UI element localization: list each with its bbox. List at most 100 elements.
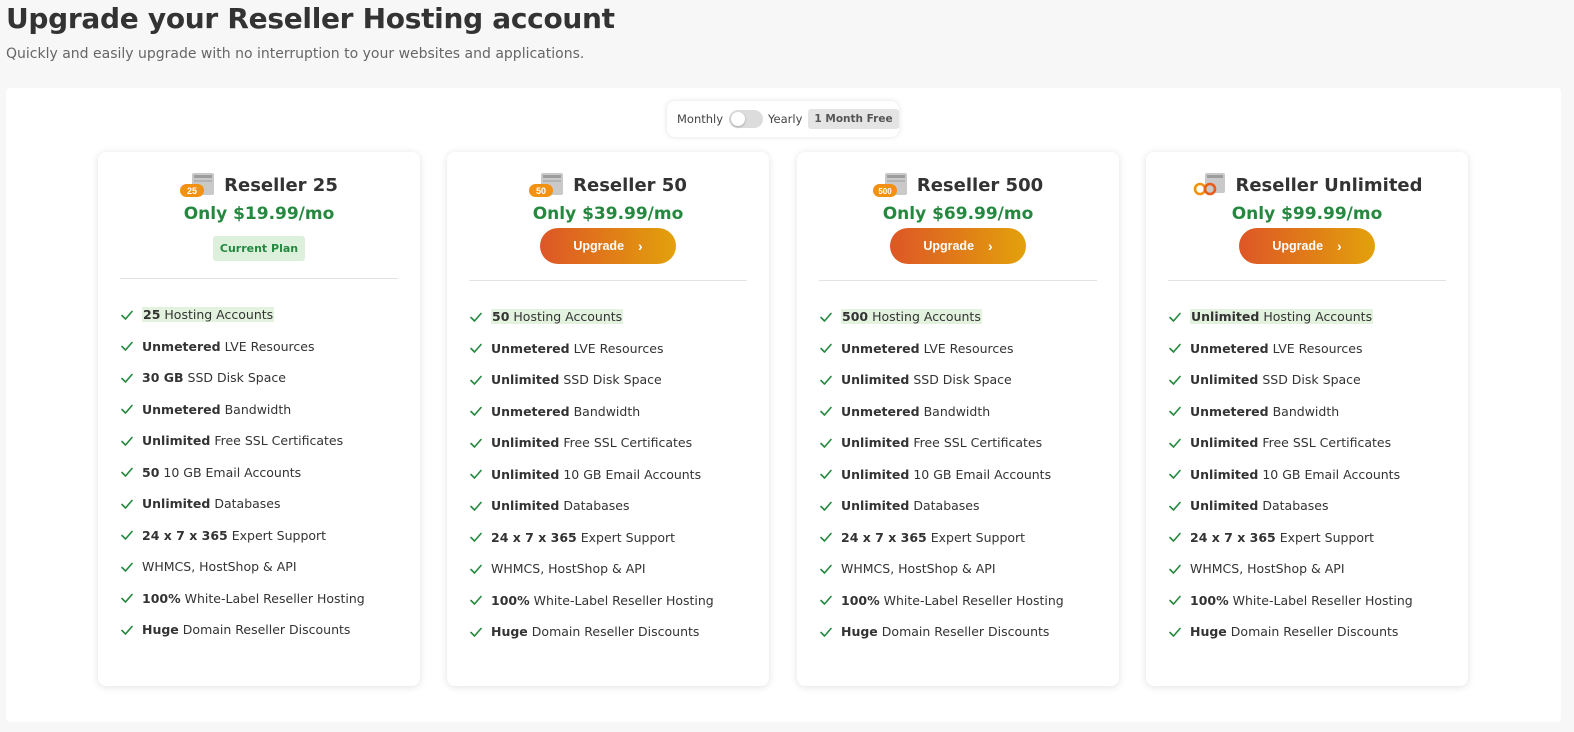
feature-item: 24 x 7 x 365 Expert Support [819, 522, 1097, 554]
feature-text: Unlimited SSD Disk Space [1190, 372, 1361, 387]
check-icon [1169, 375, 1181, 385]
feature-text: 100% White-Label Reseller Hosting [142, 591, 365, 606]
feature-value: Huge [491, 624, 528, 640]
feature-value: 100% [491, 592, 530, 608]
current-plan-badge: Current Plan [213, 236, 305, 261]
plan-name: Reseller 25 [224, 174, 338, 196]
check-icon [470, 595, 482, 606]
feature-item: Unlimited 10 GB Email Accounts [819, 459, 1097, 491]
feature-text: Unlimited Free SSL Certificates [841, 435, 1042, 450]
feature-label: Bandwidth [1272, 403, 1340, 419]
check-icon [820, 312, 832, 322]
check-icon [820, 343, 832, 354]
feature-value: Unmetered [491, 403, 570, 419]
feature-label: Free SSL Certificates [214, 433, 344, 449]
feature-value: Unlimited [841, 466, 910, 482]
upgrade-button-label: Upgrade [573, 239, 625, 253]
upgrade-button[interactable]: Upgrade › [1239, 228, 1375, 264]
feature-text: Unlimited Hosting Accounts [1190, 309, 1374, 325]
feature-text: Unmetered LVE Resources [142, 339, 314, 354]
feature-item: Unlimited SSD Disk Space [819, 364, 1097, 396]
feature-item: 30 GB SSD Disk Space [120, 362, 398, 394]
feature-label: Free SSL Certificates [913, 435, 1043, 451]
plan-price: Only $99.99/mo [1231, 204, 1383, 224]
plan-divider [819, 280, 1097, 281]
feature-label: Domain Reseller Discounts [881, 624, 1050, 640]
check-icon [470, 564, 482, 574]
feature-value: Huge [1190, 624, 1227, 640]
check-icon [121, 310, 133, 320]
check-icon [121, 625, 133, 635]
feature-item: 24 x 7 x 365 Expert Support [120, 520, 398, 552]
check-icon [1169, 343, 1181, 354]
feature-value: Unmetered [1190, 340, 1269, 356]
feature-label: Domain Reseller Discounts [1230, 624, 1399, 640]
feature-item: Unmetered LVE Resources [120, 331, 398, 363]
feature-text: Unlimited SSD Disk Space [841, 372, 1012, 387]
feature-text: Huge Domain Reseller Discounts [1190, 624, 1398, 639]
plan-divider [120, 278, 398, 279]
check-icon [820, 438, 832, 448]
billing-switch[interactable] [729, 110, 764, 128]
feature-text: 100% White-Label Reseller Hosting [1190, 593, 1413, 608]
plan-server-icon: 500 [872, 172, 909, 198]
feature-label: SSD Disk Space [563, 372, 662, 388]
feature-label: Expert Support [231, 527, 327, 543]
feature-text: Unlimited 10 GB Email Accounts [491, 467, 701, 482]
chevron-right-icon: › [1337, 238, 1342, 254]
feature-text: 50 10 GB Email Accounts [142, 465, 301, 480]
svg-text:25: 25 [187, 186, 197, 196]
feature-value: Unlimited [841, 435, 910, 451]
feature-text: Unmetered Bandwidth [1190, 404, 1339, 419]
feature-text: 500 Hosting Accounts [841, 309, 982, 325]
feature-value: Unlimited [1190, 498, 1259, 514]
check-icon [820, 469, 832, 480]
feature-text: Unmetered Bandwidth [841, 404, 990, 419]
feature-list: 50 Hosting Accounts Unmetered LVE Resources… [447, 301, 769, 648]
feature-text: 24 x 7 x 365 Expert Support [1190, 530, 1374, 545]
feature-item: Unlimited Free SSL Certificates [1168, 427, 1446, 459]
feature-item: Unlimited Free SSL Certificates [819, 427, 1097, 459]
feature-item: WHMCS, HostShop & API [120, 551, 398, 583]
feature-item: Unlimited Databases [120, 488, 398, 520]
feature-item: WHMCS, HostShop & API [819, 553, 1097, 585]
feature-item: Unmetered LVE Resources [469, 333, 747, 365]
feature-label: 10 GB Email Accounts [1262, 466, 1401, 482]
feature-label: 10 GB Email Accounts [563, 466, 702, 482]
feature-text: 50 Hosting Accounts [491, 309, 624, 325]
feature-value: 50 [142, 464, 160, 480]
feature-label: Databases [563, 498, 630, 514]
feature-text: 30 GB SSD Disk Space [142, 370, 286, 385]
feature-label: SSD Disk Space [1262, 372, 1361, 388]
plan-server-icon: 25 [180, 172, 216, 198]
feature-label: Bandwidth [923, 403, 991, 419]
plan-header: 50 Reseller 50 [447, 172, 769, 198]
feature-text: 100% White-Label Reseller Hosting [841, 593, 1064, 608]
feature-value: 50 [492, 309, 510, 325]
feature-item: Unlimited SSD Disk Space [1168, 364, 1446, 396]
upgrade-button[interactable]: Upgrade › [890, 228, 1026, 264]
feature-item: Unmetered Bandwidth [819, 396, 1097, 428]
monthly-label[interactable]: Monthly [677, 112, 723, 126]
feature-label: Expert Support [1279, 529, 1375, 545]
feature-value: Unmetered [142, 401, 221, 417]
feature-value: Unlimited [1190, 372, 1259, 388]
feature-item: Huge Domain Reseller Discounts [819, 616, 1097, 648]
feature-value: Unlimited [142, 433, 211, 449]
plan-server-icon [1191, 172, 1227, 198]
check-icon [820, 375, 832, 385]
feature-value: 25 [143, 307, 161, 323]
feature-label: Hosting Accounts [513, 309, 623, 325]
feature-value: Unmetered [841, 403, 920, 419]
feature-text: Unlimited Databases [491, 498, 630, 513]
feature-text: Unlimited Databases [142, 496, 281, 511]
yearly-label[interactable]: Yearly [768, 112, 802, 126]
feature-label: WHMCS, HostShop & API [1190, 561, 1345, 577]
check-icon [121, 436, 133, 446]
svg-text:50: 50 [536, 186, 546, 196]
feature-label: Free SSL Certificates [1262, 435, 1392, 451]
feature-list: 25 Hosting Accounts Unmetered LVE Resources… [98, 299, 420, 646]
feature-item: 100% White-Label Reseller Hosting [120, 583, 398, 615]
upgrade-button[interactable]: Upgrade › [540, 228, 676, 264]
feature-value: Unlimited [491, 372, 560, 388]
